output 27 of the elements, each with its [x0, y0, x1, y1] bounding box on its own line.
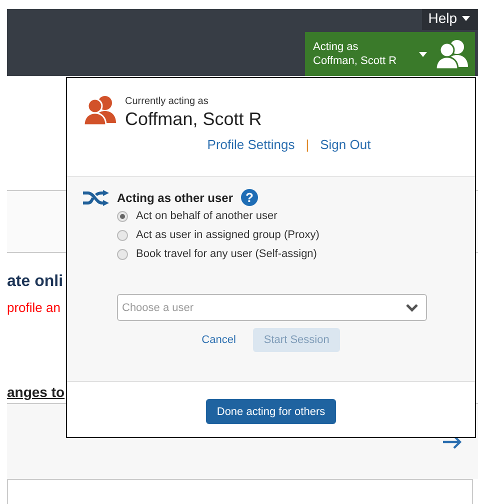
page-heading: ate onli [7, 273, 64, 291]
user-select[interactable]: Choose a user [117, 294, 427, 321]
radio-button[interactable] [117, 230, 128, 240]
help-menu[interactable]: Help [422, 9, 478, 30]
users-icon [435, 39, 469, 69]
radio-button[interactable] [117, 210, 128, 222]
radio-button[interactable] [117, 248, 128, 260]
caret-icon [462, 16, 470, 20]
current-label: Currently acting as [125, 96, 210, 107]
page-link[interactable]: anges to [7, 384, 65, 400]
help-icon[interactable]: ? [241, 189, 258, 206]
cancel-button[interactable]: Cancel [202, 334, 236, 346]
link-separator: | [306, 137, 310, 152]
radio-option[interactable]: Act on behalf of another user [117, 210, 459, 222]
profile-settings-link[interactable]: Profile Settings [207, 137, 295, 152]
caret-icon [419, 52, 427, 56]
acting-as-menu[interactable]: Acting as Coffman, Scott R [305, 32, 475, 76]
sign-out-link[interactable]: Sign Out [320, 137, 371, 152]
radio-option[interactable]: Book travel for any user (Self-assign) [117, 248, 459, 260]
radio-option[interactable]: Act as user in assigned group (Proxy) [117, 229, 459, 241]
notice-text: profile an [7, 300, 60, 315]
shuffle-icon [83, 190, 109, 206]
section-title: Acting as other user [117, 190, 234, 204]
current-user-name: Coffman, Scott R [125, 109, 262, 130]
done-button[interactable]: Done acting for others [206, 399, 336, 424]
chevron-down-icon [406, 304, 418, 312]
users-icon [83, 95, 117, 125]
